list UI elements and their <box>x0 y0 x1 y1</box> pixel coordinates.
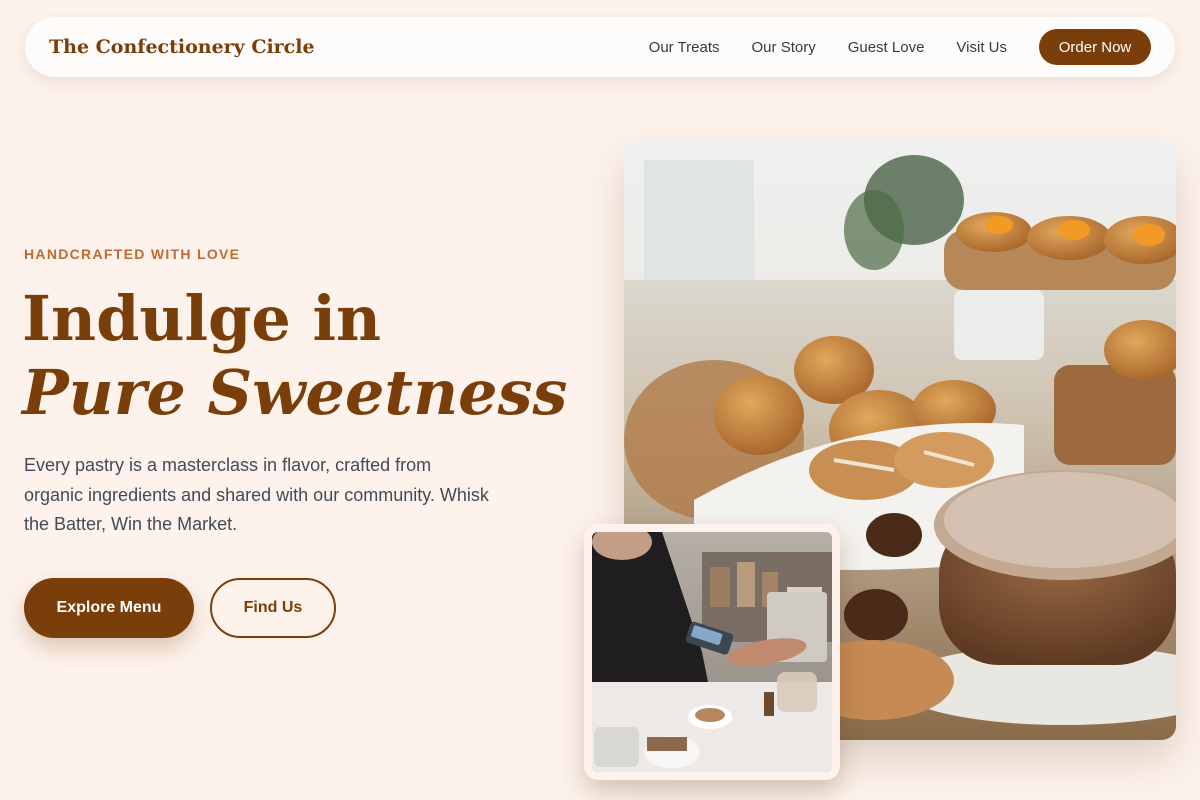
nav-link-visit-us[interactable]: Visit Us <box>956 39 1007 56</box>
headline-line-2: Pure Sweetness <box>22 356 568 429</box>
inset-photo-frame <box>584 524 840 780</box>
explore-menu-button[interactable]: Explore Menu <box>24 578 194 638</box>
order-now-button[interactable]: Order Now <box>1039 29 1151 65</box>
cafe-counter-image <box>592 532 832 772</box>
nav-links: Our Treats Our Story Guest Love Visit Us… <box>649 29 1151 65</box>
brand-logo[interactable]: The Confectionery Circle <box>49 36 315 58</box>
hero-description: Every pastry is a masterclass in flavor,… <box>24 455 489 534</box>
hero-eyebrow: HANDCRAFTED WITH LOVE <box>24 246 241 262</box>
nav-link-our-story[interactable]: Our Story <box>752 39 816 56</box>
nav-link-guest-love[interactable]: Guest Love <box>848 39 925 56</box>
top-navigation: The Confectionery Circle Our Treats Our … <box>25 17 1175 77</box>
find-us-button[interactable]: Find Us <box>210 578 336 638</box>
nav-link-our-treats[interactable]: Our Treats <box>649 39 720 56</box>
hero-headline: Indulge in Pure Sweetness <box>22 282 567 430</box>
headline-line-1: Indulge in <box>22 282 382 355</box>
